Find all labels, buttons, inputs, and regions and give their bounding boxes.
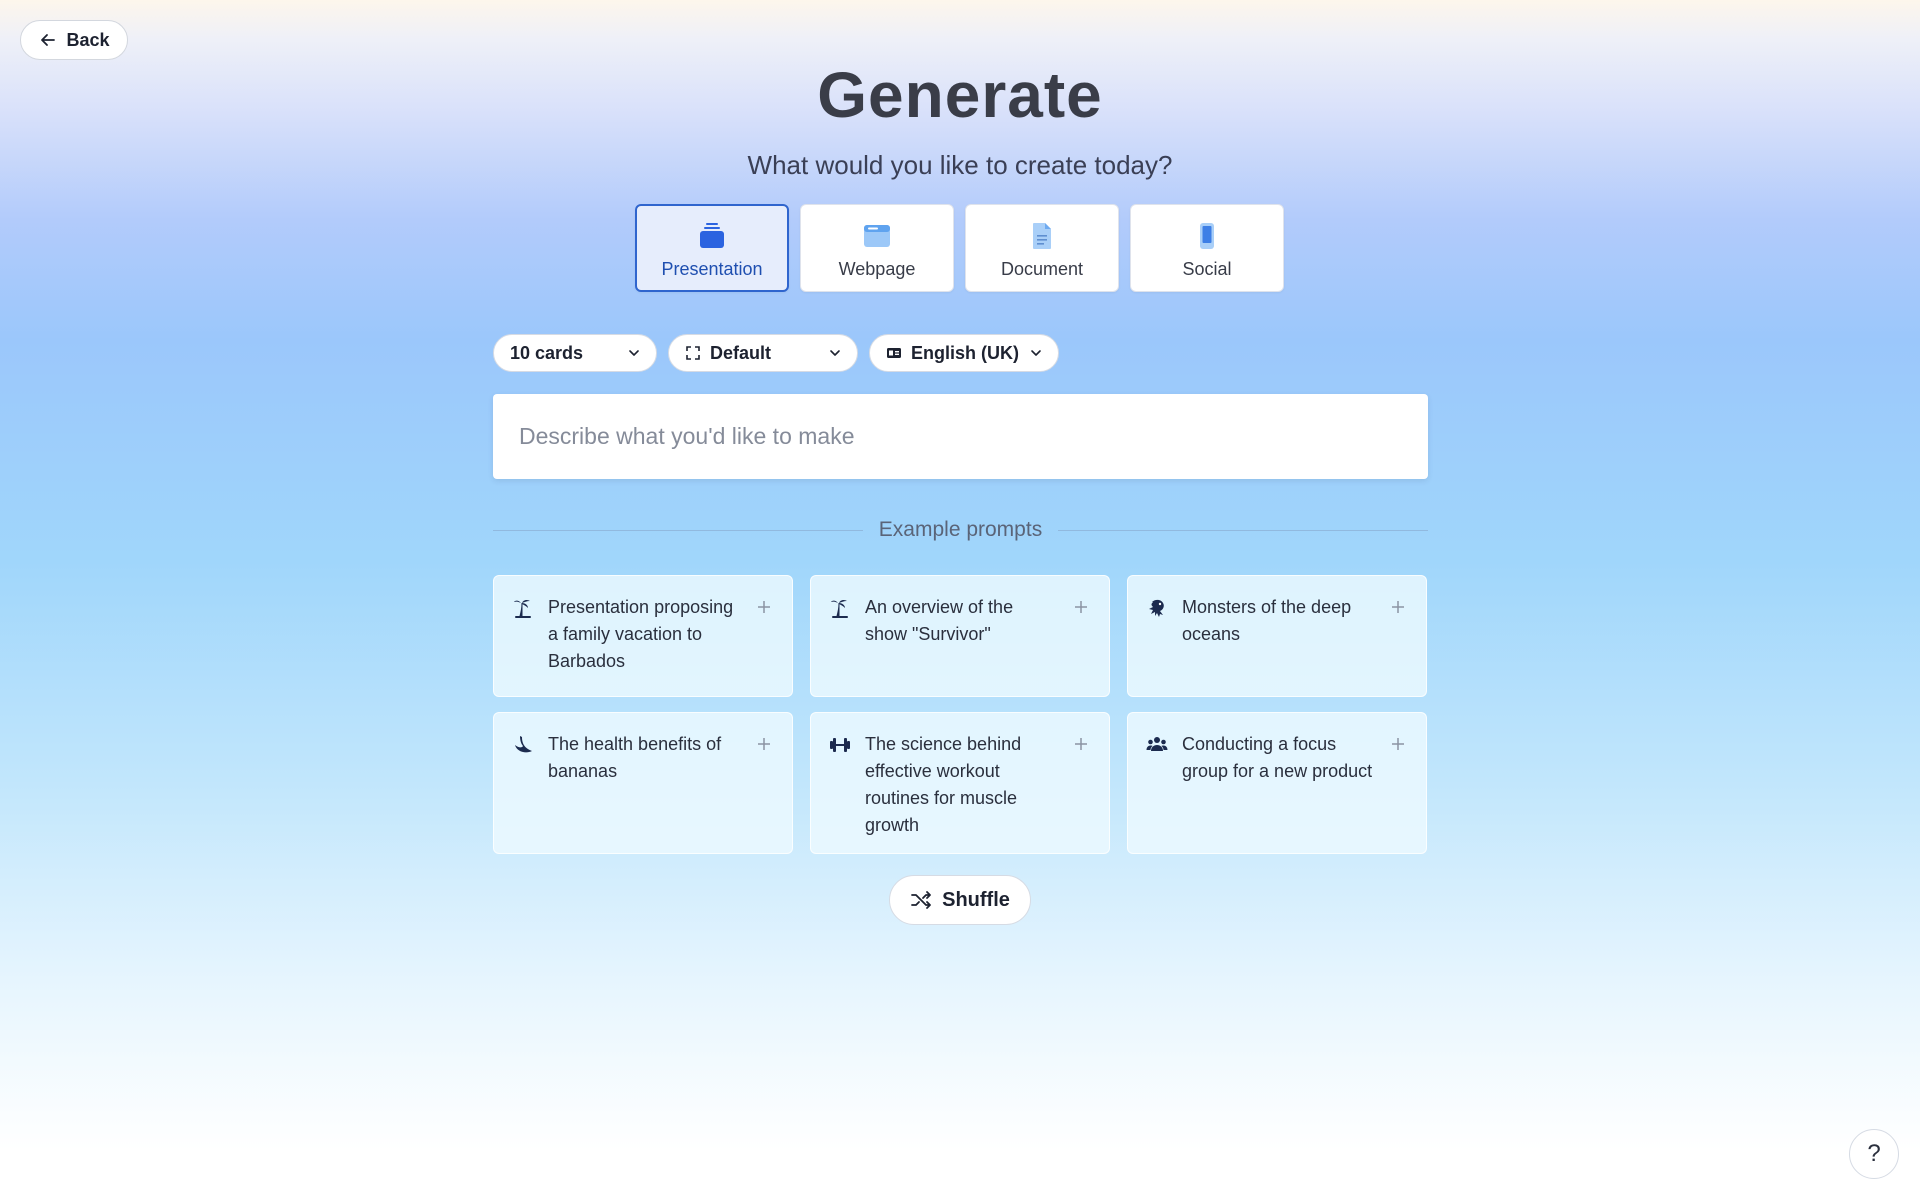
example-prompt-card[interactable]: The health benefits of bananas bbox=[493, 712, 793, 854]
frame-icon bbox=[686, 346, 700, 360]
type-label: Presentation bbox=[661, 259, 763, 279]
plus-icon[interactable] bbox=[1073, 736, 1089, 752]
page-subtitle: What would you like to create today? bbox=[747, 150, 1173, 180]
language-icon bbox=[887, 348, 901, 358]
shuffle-icon bbox=[911, 891, 932, 909]
example-prompts-heading: Example prompts bbox=[878, 518, 1043, 541]
plus-icon[interactable] bbox=[756, 736, 772, 752]
sea-monster-icon bbox=[1149, 599, 1164, 617]
plus-icon[interactable] bbox=[756, 599, 772, 615]
island-icon bbox=[514, 599, 531, 618]
example-prompt-card[interactable]: Monsters of the deep oceans bbox=[1127, 575, 1427, 697]
type-social[interactable]: Social bbox=[1130, 204, 1284, 292]
presentation-icon bbox=[700, 223, 724, 248]
example-prompt-card[interactable]: Presentation proposing a family vacation… bbox=[493, 575, 793, 697]
example-prompt-text: An overview of the show "Survivor" bbox=[865, 597, 1014, 644]
example-prompt-text: Monsters of the deep oceans bbox=[1182, 597, 1352, 644]
back-label: Back bbox=[66, 29, 110, 50]
example-prompt-text: Conducting a focus group for a new produ… bbox=[1182, 734, 1373, 781]
document-icon bbox=[1033, 223, 1051, 249]
back-button[interactable]: Back bbox=[20, 20, 128, 60]
chevron-down-icon bbox=[1031, 350, 1041, 356]
format-value: Default bbox=[710, 342, 772, 363]
cards-value: 10 cards bbox=[510, 342, 584, 363]
webpage-icon bbox=[864, 225, 890, 247]
example-prompt-text: The science behind effective workout rou… bbox=[865, 734, 1022, 835]
type-webpage[interactable]: Webpage bbox=[800, 204, 954, 292]
type-label: Document bbox=[1000, 259, 1084, 279]
format-dropdown[interactable]: Default bbox=[668, 334, 858, 372]
type-document[interactable]: Document bbox=[965, 204, 1119, 292]
type-label: Social bbox=[1182, 259, 1232, 279]
type-selector: Presentation Webpage Document Social bbox=[635, 204, 1284, 292]
help-icon: ? bbox=[1867, 1140, 1881, 1167]
example-prompt-text: The health benefits of bananas bbox=[548, 734, 722, 781]
help-button[interactable]: ? bbox=[1849, 1129, 1899, 1179]
options-row: 10 cards Default English (UK) bbox=[493, 334, 1059, 372]
language-value: English (UK) bbox=[911, 342, 1019, 363]
divider-line bbox=[1058, 529, 1428, 531]
plus-icon[interactable] bbox=[1073, 599, 1089, 615]
example-prompt-card[interactable]: The science behind effective workout rou… bbox=[810, 712, 1110, 854]
dumbbell-icon bbox=[830, 738, 850, 752]
prompt-input[interactable] bbox=[493, 394, 1428, 479]
type-label: Webpage bbox=[838, 259, 916, 279]
page-title: Generate bbox=[817, 59, 1103, 131]
plus-icon[interactable] bbox=[1390, 599, 1406, 615]
example-prompts-divider: Example prompts bbox=[493, 515, 1428, 545]
type-presentation[interactable]: Presentation bbox=[635, 204, 789, 292]
chevron-down-icon bbox=[830, 350, 840, 356]
banana-icon bbox=[515, 736, 532, 753]
divider-line bbox=[493, 529, 863, 531]
example-prompt-text: Presentation proposing a family vacation… bbox=[548, 597, 734, 671]
language-dropdown[interactable]: English (UK) bbox=[869, 334, 1059, 372]
island-icon bbox=[831, 599, 848, 618]
example-prompts-grid: Presentation proposing a family vacation… bbox=[493, 575, 1428, 854]
example-prompt-card[interactable]: An overview of the show "Survivor" bbox=[810, 575, 1110, 697]
shuffle-button[interactable]: Shuffle bbox=[889, 875, 1031, 925]
group-icon bbox=[1146, 737, 1168, 751]
phone-icon bbox=[1200, 223, 1214, 249]
chevron-down-icon bbox=[629, 350, 639, 356]
example-prompt-card[interactable]: Conducting a focus group for a new produ… bbox=[1127, 712, 1427, 854]
cards-dropdown[interactable]: 10 cards bbox=[493, 334, 657, 372]
shuffle-label: Shuffle bbox=[942, 888, 1010, 911]
plus-icon[interactable] bbox=[1390, 736, 1406, 752]
arrow-left-icon bbox=[41, 34, 56, 46]
